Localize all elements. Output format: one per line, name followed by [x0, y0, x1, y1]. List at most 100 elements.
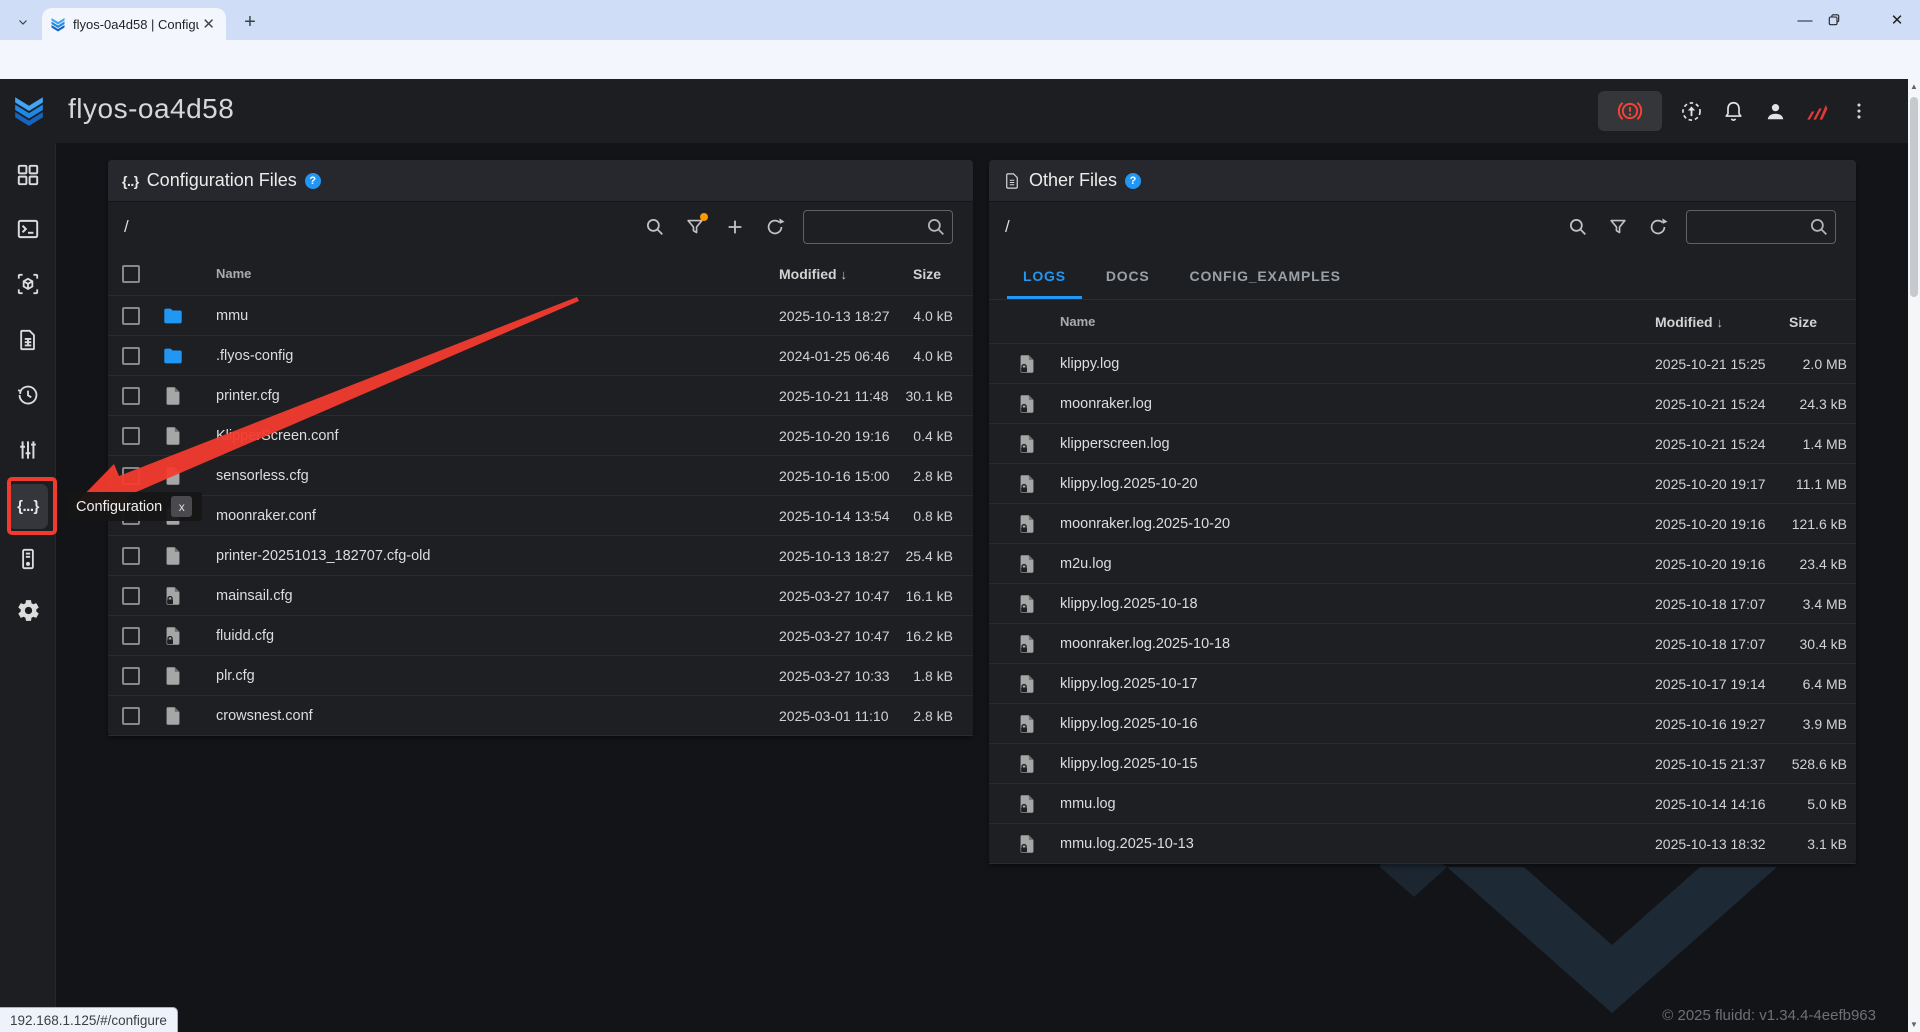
- tooltip-close-chip[interactable]: x: [171, 496, 192, 517]
- table-row[interactable]: moonraker.log.2025-10-18 2025-10-18 17:0…: [989, 624, 1856, 664]
- refresh-button[interactable]: [1646, 215, 1670, 239]
- table-row[interactable]: klipperscreen.log 2025-10-21 15:24 1.4 M…: [989, 424, 1856, 464]
- table-row[interactable]: fluidd.cfg 2025-03-27 10:47 16.2 kB: [108, 616, 973, 656]
- row-checkbox[interactable]: [122, 307, 140, 325]
- row-checkbox[interactable]: [122, 347, 140, 365]
- file-lock-icon: [1016, 553, 1038, 575]
- table-row[interactable]: KlipperScreen.conf 2025-10-20 19:16 0.4 …: [108, 416, 973, 456]
- tab-config-examples[interactable]: CONFIG_EXAMPLES: [1174, 255, 1357, 299]
- filter-button[interactable]: [683, 215, 707, 239]
- file-name: printer-20251013_182707.cfg-old: [206, 548, 779, 564]
- other-search-box: [1686, 210, 1836, 244]
- table-row[interactable]: klippy.log 2025-10-21 15:25 2.0 MB: [989, 344, 1856, 384]
- column-header-name[interactable]: Name: [1060, 314, 1655, 329]
- file-name: klipperscreen.log: [1060, 436, 1655, 452]
- table-row[interactable]: klippy.log.2025-10-15 2025-10-15 21:37 5…: [989, 744, 1856, 784]
- table-row[interactable]: .flyos-config 2024-01-25 06:46 4.0 kB: [108, 336, 973, 376]
- other-path-breadcrumb[interactable]: /: [1005, 217, 1550, 237]
- user-button[interactable]: [1762, 98, 1788, 124]
- file-modified: 2025-03-27 10:47: [779, 628, 891, 644]
- row-checkbox[interactable]: [122, 707, 140, 725]
- column-header-size[interactable]: Size: [1767, 314, 1847, 330]
- tab-search-button[interactable]: [10, 11, 36, 33]
- table-row[interactable]: klippy.log.2025-10-20 2025-10-20 19:17 1…: [989, 464, 1856, 504]
- row-icon-cell: [162, 625, 206, 647]
- sidebar-item-settings[interactable]: [0, 585, 56, 635]
- config-file-list: mmu 2025-10-13 18:27 4.0 kB .flyos-confi…: [108, 296, 973, 736]
- new-tab-button[interactable]: +: [236, 8, 264, 36]
- table-row[interactable]: moonraker.log.2025-10-20 2025-10-20 19:1…: [989, 504, 1856, 544]
- sidebar-item-dashboard[interactable]: [0, 150, 56, 200]
- row-icon-cell: [162, 425, 206, 447]
- window-restore-button[interactable]: [1828, 14, 1874, 26]
- scroll-down-icon[interactable]: ▼: [1908, 1020, 1920, 1029]
- window-minimize-button[interactable]: —: [1782, 12, 1828, 29]
- select-all-checkbox[interactable]: [122, 265, 140, 283]
- table-row[interactable]: m2u.log 2025-10-20 19:16 23.4 kB: [989, 544, 1856, 584]
- row-checkbox[interactable]: [122, 467, 140, 485]
- table-row[interactable]: mmu.log 2025-10-14 14:16 5.0 kB: [989, 784, 1856, 824]
- table-row[interactable]: plr.cfg 2025-03-27 10:33 1.8 kB: [108, 656, 973, 696]
- column-header-name[interactable]: Name: [206, 266, 779, 281]
- tab-logs[interactable]: LOGS: [1007, 255, 1082, 299]
- sidebar-item-history[interactable]: [0, 370, 56, 420]
- sidebar-item-system[interactable]: [0, 534, 56, 584]
- table-row[interactable]: moonraker.conf 2025-10-14 13:54 0.8 kB: [108, 496, 973, 536]
- table-row[interactable]: mmu 2025-10-13 18:27 4.0 kB: [108, 296, 973, 336]
- filter-button[interactable]: [1606, 215, 1630, 239]
- table-row[interactable]: klippy.log.2025-10-18 2025-10-18 17:07 3…: [989, 584, 1856, 624]
- search-toggle-button[interactable]: [643, 215, 667, 239]
- window-close-button[interactable]: ✕: [1874, 11, 1920, 29]
- file-lock-icon: [1016, 593, 1038, 615]
- row-checkbox[interactable]: [122, 387, 140, 405]
- help-icon[interactable]: ?: [1125, 173, 1141, 189]
- browser-tab[interactable]: flyos-0a4d58 | Configuration ✕: [42, 8, 226, 40]
- table-row[interactable]: sensorless.cfg 2025-10-16 15:00 2.8 kB: [108, 456, 973, 496]
- table-row[interactable]: moonraker.log 2025-10-21 15:24 24.3 kB: [989, 384, 1856, 424]
- sidebar-item-tune[interactable]: [0, 425, 56, 475]
- table-row[interactable]: crowsnest.conf 2025-03-01 11:10 2.8 kB: [108, 696, 973, 736]
- update-status-button[interactable]: [1678, 98, 1704, 124]
- table-row[interactable]: klippy.log.2025-10-16 2025-10-16 19:27 3…: [989, 704, 1856, 744]
- brand-logo-button[interactable]: [1804, 98, 1830, 124]
- notifications-button[interactable]: [1720, 98, 1746, 124]
- row-checkbox[interactable]: [122, 667, 140, 685]
- search-toggle-button[interactable]: [1566, 215, 1590, 239]
- help-icon[interactable]: ?: [305, 173, 321, 189]
- table-row[interactable]: klippy.log.2025-10-17 2025-10-17 19:14 6…: [989, 664, 1856, 704]
- scroll-up-icon[interactable]: ▲: [1908, 82, 1920, 91]
- file-name: .flyos-config: [206, 348, 779, 364]
- column-header-modified[interactable]: Modified ↓: [779, 266, 891, 282]
- config-search-box: [803, 210, 953, 244]
- row-checkbox[interactable]: [122, 547, 140, 565]
- file-size: 5.0 kB: [1767, 796, 1847, 812]
- tab-close-icon[interactable]: ✕: [199, 15, 218, 33]
- table-row[interactable]: printer-20251013_182707.cfg-old 2025-10-…: [108, 536, 973, 576]
- row-checkbox[interactable]: [122, 587, 140, 605]
- file-lock-icon: [1016, 793, 1038, 815]
- sidebar-item-gcode-preview[interactable]: [0, 259, 56, 309]
- file-size: 24.3 kB: [1767, 396, 1847, 412]
- config-path-breadcrumb[interactable]: /: [124, 217, 627, 237]
- page-scrollbar[interactable]: ▲ ▼: [1908, 79, 1920, 1032]
- row-icon-cell: [1016, 473, 1060, 495]
- file-icon: [162, 385, 184, 407]
- row-checkbox[interactable]: [122, 627, 140, 645]
- column-header-modified[interactable]: Modified ↓: [1655, 314, 1767, 330]
- table-row[interactable]: mainsail.cfg 2025-03-27 10:47 16.1 kB: [108, 576, 973, 616]
- add-file-button[interactable]: [723, 215, 747, 239]
- column-header-size[interactable]: Size: [891, 266, 953, 282]
- table-row[interactable]: printer.cfg 2025-10-21 11:48 30.1 kB: [108, 376, 973, 416]
- table-row[interactable]: mmu.log.2025-10-13 2025-10-13 18:32 3.1 …: [989, 824, 1856, 864]
- scrollbar-thumb[interactable]: [1910, 97, 1918, 297]
- tab-docs[interactable]: DOCS: [1090, 255, 1166, 299]
- emergency-stop-button[interactable]: [1598, 91, 1662, 131]
- app-menu-button[interactable]: [1846, 98, 1872, 124]
- row-checkbox[interactable]: [122, 427, 140, 445]
- refresh-button[interactable]: [763, 215, 787, 239]
- row-icon-cell: [162, 305, 206, 327]
- file-size: 2.8 kB: [891, 708, 953, 724]
- file-name: klippy.log.2025-10-17: [1060, 676, 1655, 692]
- sidebar-item-console[interactable]: [0, 204, 56, 254]
- sidebar-item-jobs[interactable]: [0, 315, 56, 365]
